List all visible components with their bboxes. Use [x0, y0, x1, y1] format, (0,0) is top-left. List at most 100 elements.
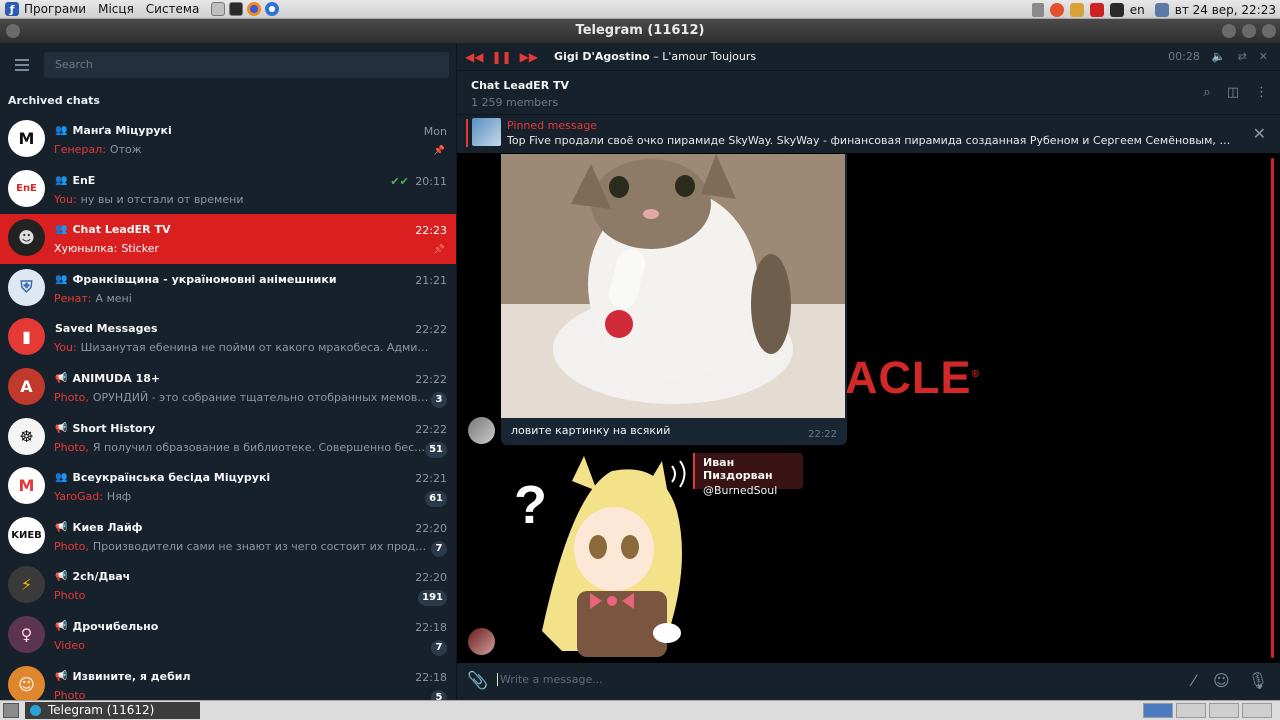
- clock[interactable]: вт 24 вер, 22:23: [1175, 3, 1276, 17]
- search-input[interactable]: Search: [44, 52, 449, 78]
- photo-message[interactable]: ловите картинку на всякий 22:22: [501, 154, 847, 445]
- chat-preview: You: Шизанутая ебенина не пойми от какого…: [54, 341, 429, 354]
- chat-row[interactable]: ⚡ 📢 2ch/Двач 22:20 Photo 191: [0, 561, 456, 611]
- keyboard-layout[interactable]: en: [1130, 3, 1145, 17]
- unread-badge: 3: [431, 391, 447, 408]
- chat-time: 22:23: [415, 224, 447, 237]
- chat-name: ANIMUDA 18+: [72, 371, 161, 385]
- attach-icon[interactable]: 📎: [467, 671, 488, 691]
- network-icon[interactable]: [1154, 2, 1169, 17]
- microphone-icon[interactable]: 🎙: [1248, 671, 1268, 690]
- chat-row[interactable]: Μ 👥 Манґа Міцурукі Mon Генерал: Отож 📌: [0, 115, 456, 165]
- chat-time-text: 22:22: [415, 323, 447, 337]
- chat-name: EnE: [72, 173, 96, 187]
- chat-row[interactable]: ☻ 👥 Chat LeadER TV 22:23 Хуюнылка: Sticke…: [0, 214, 456, 264]
- workspace-2[interactable]: [1176, 703, 1206, 718]
- message-input[interactable]: Write a message...: [497, 673, 603, 686]
- sidebar-header: Search: [0, 43, 456, 87]
- emoji-icon[interactable]: ☺: [1213, 671, 1230, 690]
- menu-programs[interactable]: Програми: [24, 2, 86, 16]
- workspace-4[interactable]: [1242, 703, 1272, 718]
- show-desktop-icon[interactable]: [3, 703, 19, 718]
- chat-avatar-text: Μ: [18, 476, 35, 496]
- chat-row[interactable]: EnE 👥 EnE ✔✔ 20:11 You: ну вы и отстали о…: [0, 165, 456, 215]
- next-track-icon[interactable]: ▶▶: [520, 50, 538, 64]
- repeat-icon[interactable]: ⇄: [1238, 50, 1247, 63]
- track-title: L'amour Toujours: [662, 50, 757, 63]
- more-menu-icon[interactable]: ⋮: [1255, 85, 1268, 100]
- sidebar-toggle-icon[interactable]: ◫: [1227, 85, 1239, 100]
- chat-avatar-text: A: [20, 376, 33, 396]
- close-pinned-icon[interactable]: ✕: [1253, 124, 1266, 143]
- sticker-sender-avatar[interactable]: [468, 628, 495, 655]
- hamburger-menu-icon[interactable]: [0, 59, 44, 71]
- close-player-icon[interactable]: ✕: [1259, 50, 1268, 63]
- window-minimize-button[interactable]: [1222, 24, 1236, 38]
- chat-time-text: 22:22: [415, 372, 447, 386]
- chat-row[interactable]: ♀ 📢 Дрочибельно 22:18 Video 7: [0, 611, 456, 661]
- pause-icon[interactable]: ❚❚: [491, 50, 511, 64]
- reply-bubble[interactable]: Иван Пиздорван @BurnedSoul: [693, 453, 803, 497]
- chat-name-wrap: 📢 Short History: [55, 422, 155, 435]
- bottom-taskbar: Telegram (11612): [0, 700, 1280, 720]
- package-icon[interactable]: [1069, 2, 1084, 17]
- chat-row[interactable]: ⛨ 👥 Франківщина - україномовні анімешник…: [0, 264, 456, 314]
- taskbar-telegram-button[interactable]: Telegram (11612): [25, 702, 200, 719]
- track-info[interactable]: Gigi D'Agostino – L'amour Toujours: [554, 50, 756, 63]
- network-manager-icon[interactable]: [1089, 2, 1104, 17]
- chat-preview-sender: You:: [54, 192, 77, 206]
- window-close-button[interactable]: [1262, 24, 1276, 38]
- chat-row[interactable]: ☺ 📢 Извините, я дебил 22:18 Photo 5: [0, 661, 456, 700]
- firefox-launcher-icon[interactable]: [247, 2, 262, 16]
- volume-icon[interactable]: 🔈: [1212, 50, 1226, 63]
- telegram-icon: [30, 705, 41, 716]
- window-maximize-button[interactable]: [1242, 24, 1256, 38]
- chat-row[interactable]: KИEB 📢 Киев Лайф 22:20 Photo, Производите…: [0, 512, 456, 562]
- sender-avatar[interactable]: [468, 417, 495, 444]
- read-checkmark-icon: ✔✔: [390, 174, 409, 188]
- unread-badge: 7: [431, 639, 447, 656]
- chat-time-text: 22:18: [415, 670, 447, 684]
- chat-row[interactable]: ☸ 📢 Short History 22:22 Photo, Я получил …: [0, 413, 456, 463]
- workspace-3[interactable]: [1209, 703, 1239, 718]
- chat-preview-sender: Ренат:: [54, 291, 92, 305]
- track-time: 00:28: [1168, 50, 1200, 63]
- message-scrollbar[interactable]: [1271, 158, 1274, 658]
- system-logo-icon[interactable]: ƒ: [5, 2, 19, 16]
- channel-icon: 📢: [55, 620, 68, 632]
- window-titlebar[interactable]: Telegram (11612): [0, 19, 1280, 43]
- menu-system[interactable]: Система: [146, 2, 200, 16]
- chat-time-text: 20:11: [415, 174, 447, 188]
- search-icon[interactable]: ⌕: [1203, 85, 1210, 100]
- menu-places[interactable]: Місця: [98, 2, 134, 16]
- window-menu-icon[interactable]: [6, 24, 20, 38]
- telegram-tray-icon[interactable]: [1109, 2, 1124, 17]
- pin-icon: 📌: [433, 245, 445, 256]
- pinned-message-bar[interactable]: Pinned message Top Five продали своё очк…: [457, 115, 1280, 153]
- chat-preview: Photo, Я получил образование в библиотеке…: [54, 441, 429, 454]
- workspace-1[interactable]: [1143, 703, 1173, 718]
- chat-avatar: ⚡: [8, 566, 45, 604]
- bot-commands-icon[interactable]: ⁄: [1192, 671, 1195, 690]
- chat-row[interactable]: A 📢 ANIMUDA 18+ 22:22 Photo, ОРУНДИЙ - эт…: [0, 363, 456, 413]
- chat-name: Дрочибельно: [72, 619, 159, 633]
- chat-time: 22:22: [415, 323, 447, 336]
- thunderbird-launcher-icon[interactable]: [265, 2, 280, 16]
- volume-icon[interactable]: [1031, 2, 1044, 17]
- chat-row[interactable]: Μ 👥 Всеукраїнська бесіда Міцурукі 22:21 …: [0, 462, 456, 512]
- previous-track-icon[interactable]: ◀◀: [465, 50, 483, 64]
- chat-header[interactable]: Chat LeadER TV 1 259 members ⌕ ◫ ⋮: [457, 71, 1280, 115]
- message-composer: 📎 Write a message... ⁄ ☺ 🎙: [457, 663, 1280, 700]
- file-manager-launcher-icon[interactable]: [211, 2, 226, 16]
- chat-avatar: ⛨: [8, 268, 45, 306]
- unread-badge: 191: [418, 590, 447, 607]
- chat-time: 22:18: [415, 621, 447, 634]
- update-notifier-icon[interactable]: [1049, 2, 1064, 17]
- chat-time-text: Mon: [423, 125, 447, 138]
- terminal-launcher-icon[interactable]: [229, 2, 244, 16]
- chat-time-text: 22:20: [415, 571, 447, 585]
- chat-row[interactable]: ▮ Saved Messages 22:22 You: Шизанутая ебе…: [0, 313, 456, 363]
- background-logo: ACLE®: [845, 352, 980, 404]
- cat-photo[interactable]: [501, 154, 845, 418]
- channel-icon: 📢: [55, 670, 68, 682]
